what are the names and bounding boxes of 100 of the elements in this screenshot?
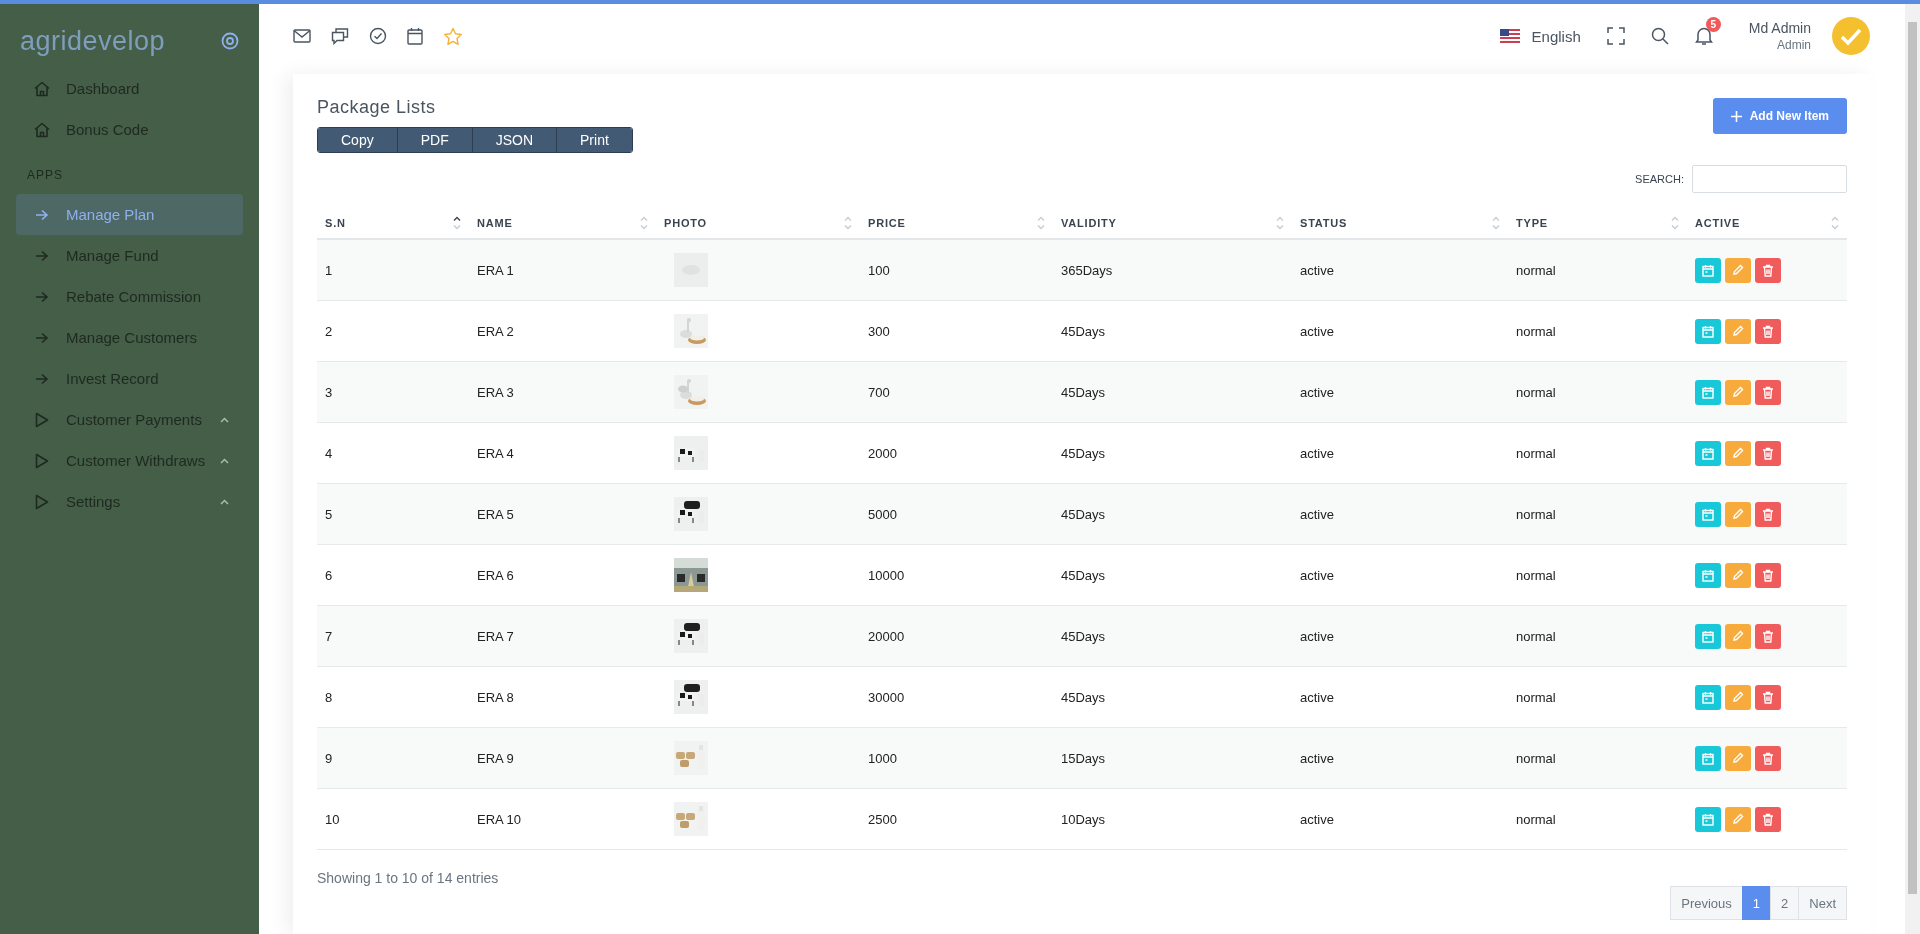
- calendar-icon: [1702, 324, 1714, 338]
- pencil-icon: [1732, 447, 1744, 459]
- table-cell: 45Days: [1053, 544, 1292, 606]
- table-cell: 15Days: [1053, 727, 1292, 789]
- page-title: Package Lists: [317, 97, 436, 118]
- table-cell: normal: [1508, 422, 1687, 484]
- calendar-button[interactable]: [1695, 379, 1721, 405]
- calendar-button[interactable]: [1695, 257, 1721, 283]
- page-button[interactable]: Next: [1798, 886, 1847, 920]
- page-button[interactable]: Previous: [1670, 886, 1743, 920]
- delete-button[interactable]: [1755, 623, 1781, 649]
- pencil-icon: [1732, 569, 1744, 581]
- table-cell: normal: [1508, 727, 1687, 789]
- trash-icon: [1762, 385, 1774, 399]
- delete-button[interactable]: [1755, 257, 1781, 283]
- delete-button[interactable]: [1755, 745, 1781, 771]
- home-icon: [32, 79, 52, 98]
- table-cell: 5000: [860, 483, 1053, 545]
- calendar-button[interactable]: [1695, 562, 1721, 588]
- language-selector[interactable]: English: [1531, 27, 1581, 45]
- mail-icon[interactable]: [293, 29, 311, 43]
- delete-button[interactable]: [1755, 440, 1781, 466]
- calendar-icon[interactable]: [407, 27, 423, 45]
- delete-button[interactable]: [1755, 806, 1781, 832]
- plus-icon: [1730, 110, 1742, 122]
- table-cell: normal: [1508, 483, 1687, 545]
- table-cell: normal: [1508, 666, 1687, 728]
- table-cell: active: [1292, 361, 1508, 423]
- table-cell: normal: [1508, 300, 1687, 362]
- edit-button[interactable]: [1725, 440, 1751, 466]
- calendar-icon: [1702, 568, 1714, 582]
- table-cell: ERA 7: [469, 605, 656, 667]
- export-button[interactable]: PDF: [397, 128, 473, 152]
- table-cell: 1: [317, 239, 469, 301]
- calendar-button[interactable]: [1695, 440, 1721, 466]
- table-cell: active: [1292, 239, 1508, 301]
- add-item-button[interactable]: Add New Item: [1712, 98, 1847, 134]
- export-button[interactable]: Print: [557, 128, 632, 152]
- table-cell: ERA 5: [469, 483, 656, 545]
- calendar-button[interactable]: [1695, 318, 1721, 344]
- delete-button[interactable]: [1755, 318, 1781, 344]
- table-cell: normal: [1508, 788, 1687, 850]
- delete-button[interactable]: [1755, 684, 1781, 710]
- search-field[interactable]: [1692, 165, 1847, 193]
- pencil-icon: [1732, 508, 1744, 520]
- pencil-icon: [1732, 325, 1744, 337]
- check-circle-icon[interactable]: [369, 27, 387, 45]
- nav-item[interactable]: Manage Plan: [16, 194, 243, 235]
- export-button[interactable]: Copy: [318, 128, 398, 152]
- table-cell: ERA 10: [469, 788, 656, 850]
- pencil-icon: [1732, 386, 1744, 398]
- export-button[interactable]: JSON: [472, 128, 558, 152]
- table-cell: 10: [317, 788, 469, 850]
- target-icon[interactable]: [221, 32, 239, 50]
- edit-button[interactable]: [1725, 501, 1751, 527]
- fullscreen-icon[interactable]: [1606, 27, 1625, 45]
- edit-button[interactable]: [1725, 806, 1751, 832]
- table-cell: 100: [860, 239, 1053, 301]
- page-button[interactable]: 2: [1770, 886, 1800, 920]
- edit-button[interactable]: [1725, 623, 1751, 649]
- table-cell: active: [1292, 483, 1508, 545]
- pencil-icon: [1732, 813, 1744, 825]
- table-cell: ERA 1: [469, 239, 656, 301]
- chat-icon[interactable]: [331, 27, 349, 45]
- table-cell: 7: [317, 605, 469, 667]
- table-cell: 10Days: [1053, 788, 1292, 850]
- scrollbar[interactable]: [1905, 4, 1920, 934]
- table-cell: 2000: [860, 422, 1053, 484]
- delete-button[interactable]: [1755, 379, 1781, 405]
- delete-button[interactable]: [1755, 501, 1781, 527]
- calendar-button[interactable]: [1695, 806, 1721, 832]
- search-icon[interactable]: [1650, 27, 1669, 45]
- edit-button[interactable]: [1725, 745, 1751, 771]
- notification-badge: 5: [1705, 17, 1721, 32]
- user-name: Md Admin: [1748, 20, 1811, 36]
- page-button[interactable]: 1: [1741, 886, 1772, 920]
- edit-button[interactable]: [1725, 318, 1751, 344]
- calendar-button[interactable]: [1695, 745, 1721, 771]
- edit-button[interactable]: [1725, 684, 1751, 710]
- edit-button[interactable]: [1725, 562, 1751, 588]
- calendar-icon: [1702, 629, 1714, 643]
- table-cell: ERA 3: [469, 361, 656, 423]
- table-cell: normal: [1508, 605, 1687, 667]
- table-cell: ERA 2: [469, 300, 656, 362]
- table-cell: 365Days: [1053, 239, 1292, 301]
- table-cell: 2500: [860, 788, 1053, 850]
- trash-icon: [1762, 751, 1774, 765]
- calendar-button[interactable]: [1695, 501, 1721, 527]
- calendar-icon: [1702, 812, 1714, 826]
- avatar[interactable]: [1831, 16, 1871, 56]
- bell-icon[interactable]: [1694, 26, 1713, 46]
- calendar-button[interactable]: [1695, 623, 1721, 649]
- calendar-button[interactable]: [1695, 684, 1721, 710]
- delete-button[interactable]: [1755, 562, 1781, 588]
- trash-icon: [1762, 324, 1774, 338]
- edit-button[interactable]: [1725, 257, 1751, 283]
- star-icon[interactable]: [443, 26, 463, 46]
- edit-button[interactable]: [1725, 379, 1751, 405]
- caret-icon: [220, 416, 229, 423]
- trash-icon: [1762, 812, 1774, 826]
